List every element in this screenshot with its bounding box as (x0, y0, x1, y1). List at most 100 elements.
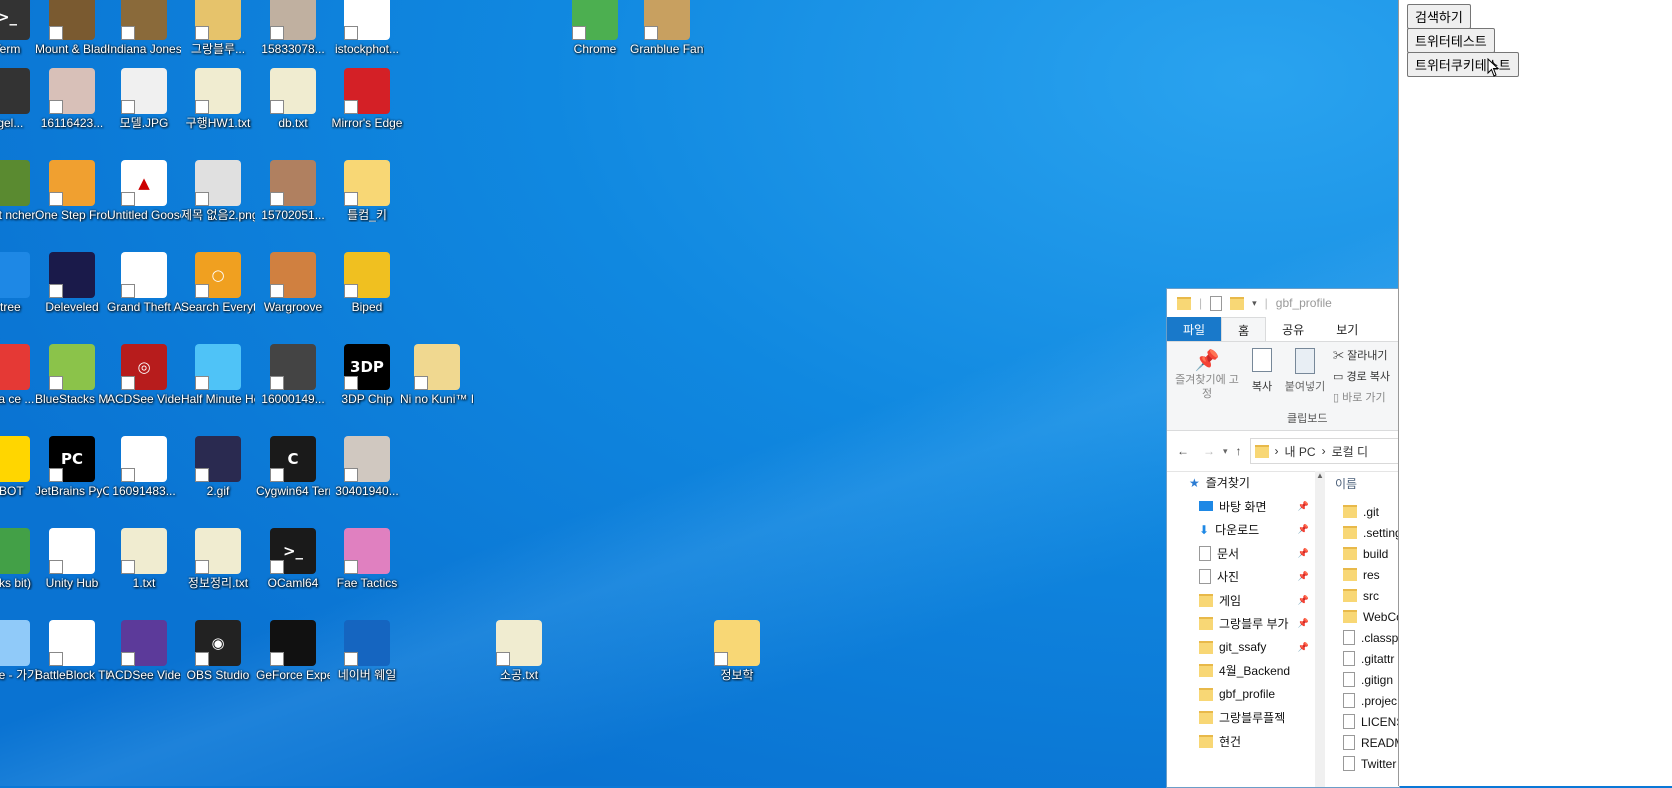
desktop-icon[interactable]: 네이버 웨일 (330, 620, 404, 708)
desktop-icon[interactable]: 틀컴_키 (330, 160, 404, 248)
desktop-icon[interactable]: Biped (330, 252, 404, 340)
copy-path-button[interactable]: ▭ 경로 복사 (1333, 367, 1390, 388)
scroll-up-icon[interactable]: ▲ (1315, 471, 1325, 480)
nav-item[interactable]: gbf_profile (1167, 683, 1315, 707)
desktop-icon[interactable]: >_ OCaml64 (256, 528, 330, 616)
desktop-icon[interactable]: BlueStacks Multi-Insta... (35, 344, 109, 432)
desktop-icon[interactable]: ○ Search Everything (181, 252, 255, 340)
nav-item[interactable]: 현건 (1167, 730, 1315, 754)
file-row[interactable]: .projec (1327, 690, 1399, 711)
file-row[interactable]: .gitattr (1327, 648, 1399, 669)
desktop-icon[interactable]: 정보학 (700, 620, 774, 708)
desktop-icon[interactable]: 구행HW1.txt (181, 68, 255, 156)
app-icon: PC (49, 436, 95, 482)
nav-item[interactable]: git_ssafy 📌 (1167, 636, 1315, 660)
breadcrumb-this-pc[interactable]: 내 PC (1285, 443, 1316, 460)
file-row[interactable]: build (1327, 543, 1399, 564)
file-row[interactable]: .git (1327, 501, 1399, 522)
desktop-icon[interactable]: PC JetBrains PyCharm ... (35, 436, 109, 524)
column-header-name[interactable]: 이름 (1327, 471, 1399, 495)
file-row[interactable]: .gitign (1327, 669, 1399, 690)
desktop-icon[interactable]: BattleBlock Theater (35, 620, 109, 708)
desktop-icon[interactable]: GeForce Experience (256, 620, 330, 708)
desktop-icon[interactable]: 30401940... (330, 436, 404, 524)
tab-view[interactable]: 보기 (1320, 317, 1374, 341)
tab-home[interactable]: 홈 (1221, 317, 1267, 341)
desktop-icon[interactable]: Fae Tactics (330, 528, 404, 616)
desktop-icon[interactable]: 3DP 3DP Chip (330, 344, 404, 432)
copy-button[interactable]: 복사 (1245, 348, 1279, 394)
chevron-down-icon[interactable]: ▾ (1223, 446, 1228, 457)
desktop-icon[interactable]: Chrome (558, 0, 632, 82)
app-icon (344, 68, 390, 114)
tab-share[interactable]: 공유 (1266, 317, 1320, 341)
up-arrow-icon[interactable]: ↑ (1236, 444, 1242, 458)
app-icon (0, 344, 30, 390)
desktop-icon[interactable]: Half Minute Hero Supe... (181, 344, 255, 432)
desktop-icon[interactable]: 16116423... (35, 68, 109, 156)
nav-item[interactable]: 바탕 화면 📌 (1167, 495, 1315, 519)
nav-item[interactable]: 게임 📌 (1167, 589, 1315, 613)
address-bar[interactable]: › 내 PC › 로컬 디 (1249, 438, 1399, 464)
nav-item[interactable]: 그랑블루플젝 (1167, 706, 1315, 730)
desktop-icon[interactable]: Ni no Kuni™ II Revenant... (400, 344, 474, 432)
file-explorer-window[interactable]: | ▾ | gbf_profile 파일 홈 공유 보기 📌 즐겨찾기에 고정 … (1166, 288, 1400, 788)
desktop-icon[interactable]: 정보정리.txt (181, 528, 255, 616)
desktop-icon[interactable]: 16091483... (107, 436, 181, 524)
nav-item[interactable]: ⬇ 다운로드 📌 (1167, 518, 1315, 542)
new-folder-icon[interactable] (1230, 296, 1245, 310)
desktop-icon[interactable]: ▲ Untitled Goose Game (107, 160, 181, 248)
desktop-icon[interactable]: 16000149... (256, 344, 330, 432)
file-row[interactable]: WebCo (1327, 606, 1399, 627)
twitter-cookie-test-button[interactable]: 트위터쿠키테스트 (1407, 52, 1519, 77)
search-button[interactable]: 검색하기 (1407, 4, 1471, 29)
nav-item[interactable]: 그랑블루 부가 📌 (1167, 612, 1315, 636)
tab-file[interactable]: 파일 (1167, 317, 1222, 341)
desktop-icon[interactable]: 모델.JPG (107, 68, 181, 156)
nav-item[interactable]: 4월_Backend (1167, 659, 1315, 683)
desktop-icon[interactable]: C Cygwin64 Terminal (256, 436, 330, 524)
desktop-icon[interactable]: 2.gif (181, 436, 255, 524)
desktop-icon[interactable]: 15702051... (256, 160, 330, 248)
nav-scrollbar[interactable]: ▲ (1315, 471, 1325, 787)
properties-icon[interactable] (1210, 295, 1223, 311)
file-row[interactable]: Twitter (1327, 753, 1399, 774)
desktop-icon[interactable]: Deleveled (35, 252, 109, 340)
cut-button[interactable]: ✂ 잘라내기 (1333, 346, 1390, 367)
chevron-down-icon[interactable]: ▾ (1252, 298, 1257, 309)
desktop-icon[interactable]: Grand Theft Auto V (107, 252, 181, 340)
breadcrumb-local-disk[interactable]: 로컬 디 (1332, 443, 1368, 460)
desktop-icon[interactable]: One Step From Eden (35, 160, 109, 248)
explorer-titlebar[interactable]: | ▾ | gbf_profile (1167, 289, 1399, 317)
desktop-icon[interactable]: ACDSee Video Stud... (107, 620, 181, 708)
desktop-icon[interactable]: 소공.txt (482, 620, 556, 708)
nav-item[interactable]: 문서 📌 (1167, 542, 1315, 566)
desktop-icon[interactable]: Mirror's Edge (330, 68, 404, 156)
file-row[interactable]: .settings (1327, 522, 1399, 543)
nav-item[interactable]: ★ 즐겨찾기 (1167, 471, 1315, 495)
app-icon (270, 160, 316, 206)
desktop-icon-label: GeForce Experience (256, 668, 330, 682)
desktop-icon-label: One Step From Eden (35, 208, 109, 222)
desktop-icon[interactable]: Wargroove (256, 252, 330, 340)
file-row[interactable]: .classp (1327, 627, 1399, 648)
file-row[interactable]: src (1327, 585, 1399, 606)
desktop-icon[interactable]: 1.txt (107, 528, 181, 616)
file-row[interactable]: res (1327, 564, 1399, 585)
desktop-icon[interactable]: ◎ ACDSee Video Re... (107, 344, 181, 432)
desktop-icon[interactable]: Granblue Fantasy (630, 0, 704, 82)
file-row[interactable]: READM (1327, 732, 1399, 753)
app-icon: 3DP (344, 344, 390, 390)
twitter-test-button[interactable]: 트위터테스트 (1407, 28, 1495, 53)
desktop-icon[interactable]: Unity Hub (35, 528, 109, 616)
file-row[interactable]: LICENS (1327, 711, 1399, 732)
pin-button[interactable]: 📌 즐겨찾기에 고정 (1173, 348, 1241, 401)
back-arrow-icon[interactable]: ← (1177, 444, 1189, 458)
desktop-icon[interactable]: ◉ OBS Studio (181, 620, 255, 708)
paste-button[interactable]: 붙여넣기 (1281, 348, 1329, 394)
forward-arrow-icon[interactable]: → (1203, 444, 1215, 458)
desktop-icon[interactable]: 제목 없음2.png (181, 160, 255, 248)
nav-item[interactable]: 사진 📌 (1167, 565, 1315, 589)
paste-shortcut-button[interactable]: ▯ 바로 가기 (1333, 388, 1390, 409)
desktop-icon[interactable]: db.txt (256, 68, 330, 156)
